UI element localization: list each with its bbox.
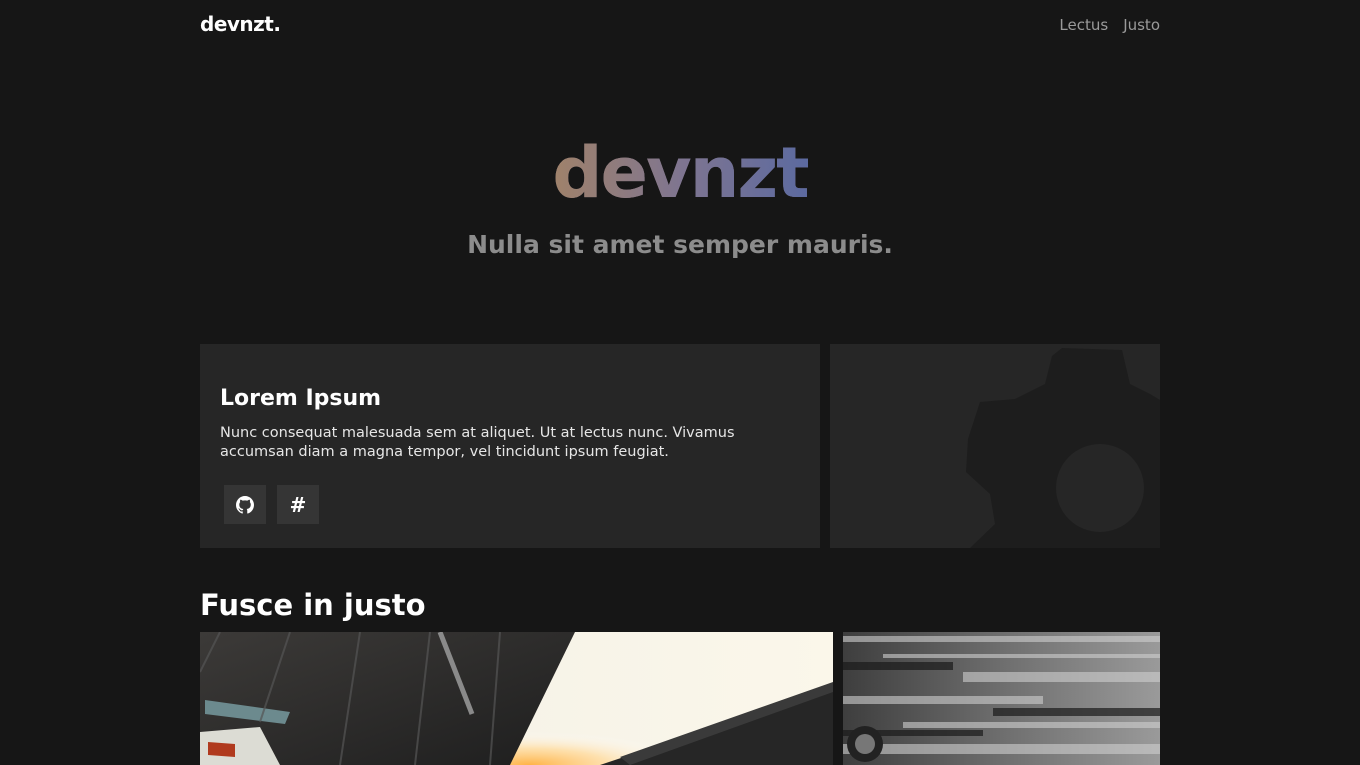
hash-button[interactable]: #	[277, 485, 319, 524]
main-nav: Lectus Justo	[1059, 16, 1160, 34]
hero-title: devnzt	[0, 128, 1360, 218]
project-card: Lorem Ipsum Nunc consequat malesuada sem…	[200, 344, 820, 548]
photo-motion-blur[interactable]	[843, 632, 1160, 765]
project-buttons: #	[224, 485, 319, 524]
hash-icon: #	[289, 492, 307, 517]
github-button[interactable]	[224, 485, 266, 524]
photo-station-roof-image	[200, 632, 833, 765]
section-title: Fusce in justo	[200, 588, 426, 622]
github-icon	[236, 495, 254, 514]
hero-subtitle: Nulla sit amet semper mauris.	[467, 230, 893, 259]
project-title: Lorem Ipsum	[220, 386, 382, 411]
photo-station-roof[interactable]	[200, 632, 833, 765]
nav-link-justo[interactable]: Justo	[1123, 16, 1160, 34]
brand-logo[interactable]: devnzt.	[200, 12, 281, 36]
top-bar: devnzt. Lectus Justo	[200, 0, 1160, 52]
project-image	[830, 344, 1160, 548]
project-description: Nunc consequat malesuada sem at aliquet.…	[220, 425, 735, 460]
nav-link-lectus[interactable]: Lectus	[1059, 16, 1108, 34]
photo-motion-blur-image	[843, 632, 1160, 765]
gear-icon	[966, 348, 1160, 548]
